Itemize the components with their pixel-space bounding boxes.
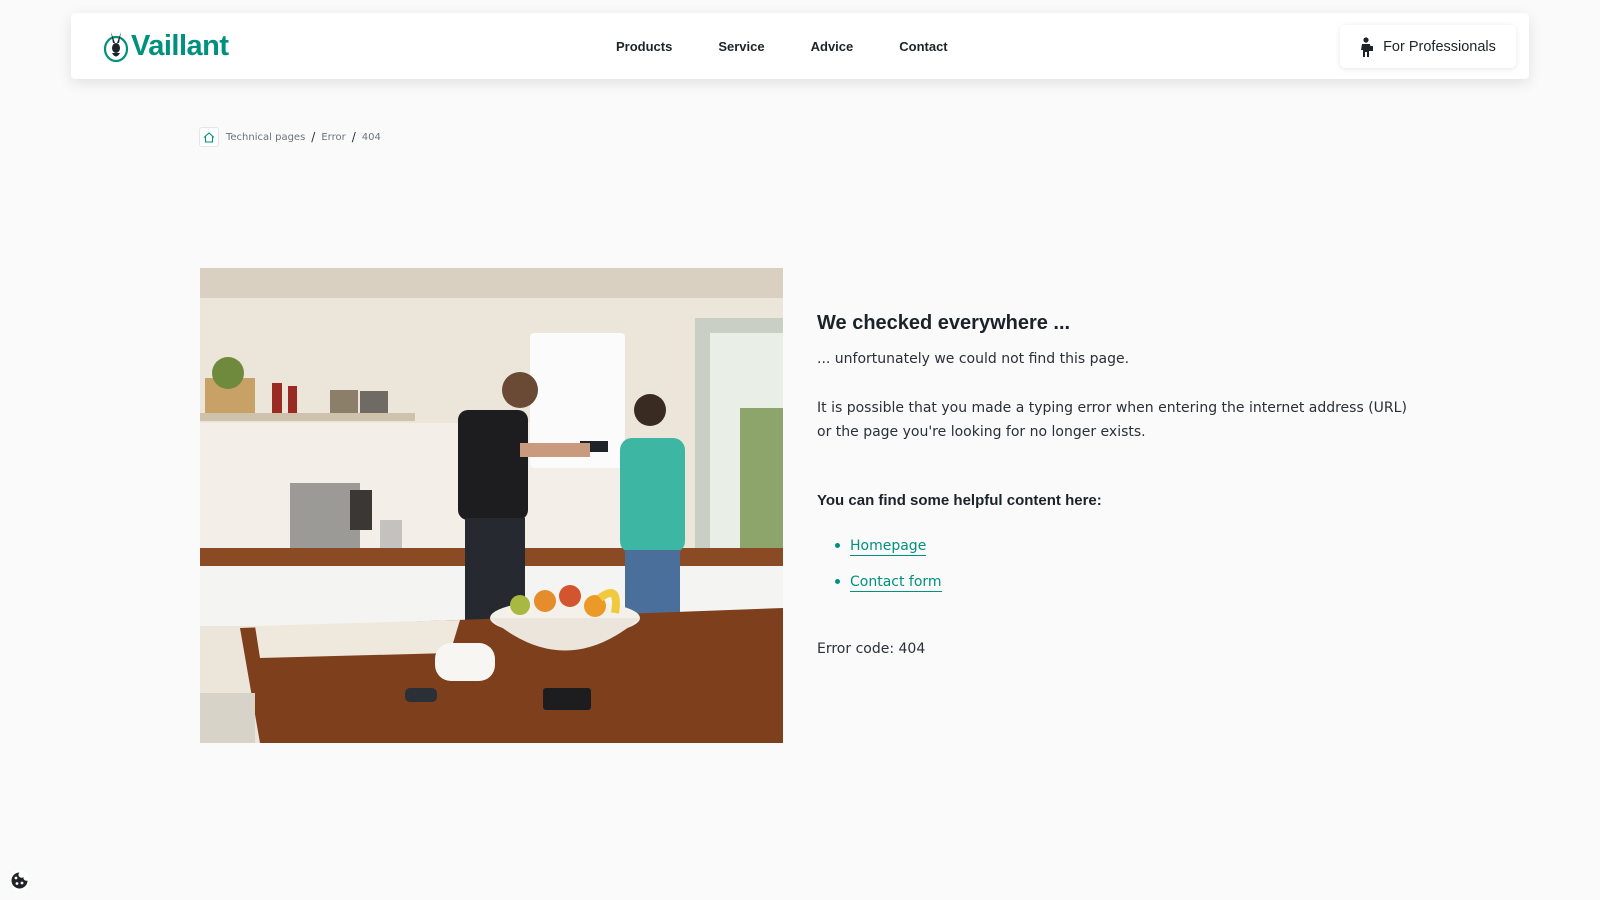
site-header: Vaillant Products Service Advice Contact…: [71, 13, 1529, 79]
nav-contact[interactable]: Contact: [899, 39, 947, 54]
hare-logo-icon: [103, 32, 129, 63]
vaillant-logo[interactable]: Vaillant: [103, 29, 229, 63]
installer-icon: [1361, 36, 1374, 57]
breadcrumb-separator: /: [311, 130, 316, 144]
nav-products[interactable]: Products: [616, 39, 672, 54]
for-professionals-label: For Professionals: [1383, 38, 1496, 55]
page-title: We checked everywhere ...: [817, 312, 1071, 334]
homepage-link[interactable]: Homepage: [850, 538, 927, 556]
breadcrumb-home[interactable]: [199, 127, 219, 147]
kitchen-hero-image: [200, 268, 783, 743]
cookie-settings-button[interactable]: [9, 870, 30, 891]
breadcrumb: Technical pages / Error / 404: [199, 127, 381, 147]
breadcrumb-current: 404: [361, 131, 381, 143]
main-nav: Products Service Advice Contact: [593, 13, 971, 79]
logo-text: Vaillant: [131, 30, 229, 62]
helpful-heading: You can find some helpful content here:: [817, 492, 1102, 509]
cookie-icon: [11, 872, 28, 889]
breadcrumb-technical-pages[interactable]: Technical pages: [226, 132, 305, 143]
nav-advice[interactable]: Advice: [811, 39, 854, 54]
breadcrumb-separator: /: [351, 130, 356, 144]
for-professionals-button[interactable]: For Professionals: [1340, 25, 1516, 68]
breadcrumb-error[interactable]: Error: [321, 132, 345, 143]
list-item: Contact form: [835, 571, 1417, 593]
contact-form-link[interactable]: Contact form: [850, 574, 942, 592]
error-description: It is possible that you made a typing er…: [817, 400, 1407, 440]
nav-service[interactable]: Service: [718, 39, 764, 54]
error-subtitle: ... unfortunately we could not find this…: [817, 351, 1130, 367]
home-icon: [203, 131, 215, 143]
error-content: We checked everywhere ... ... unfortunat…: [817, 312, 1417, 657]
helpful-links: Homepage Contact form: [817, 535, 1417, 593]
error-code: Error code: 404: [817, 641, 926, 657]
list-item: Homepage: [835, 535, 1417, 557]
